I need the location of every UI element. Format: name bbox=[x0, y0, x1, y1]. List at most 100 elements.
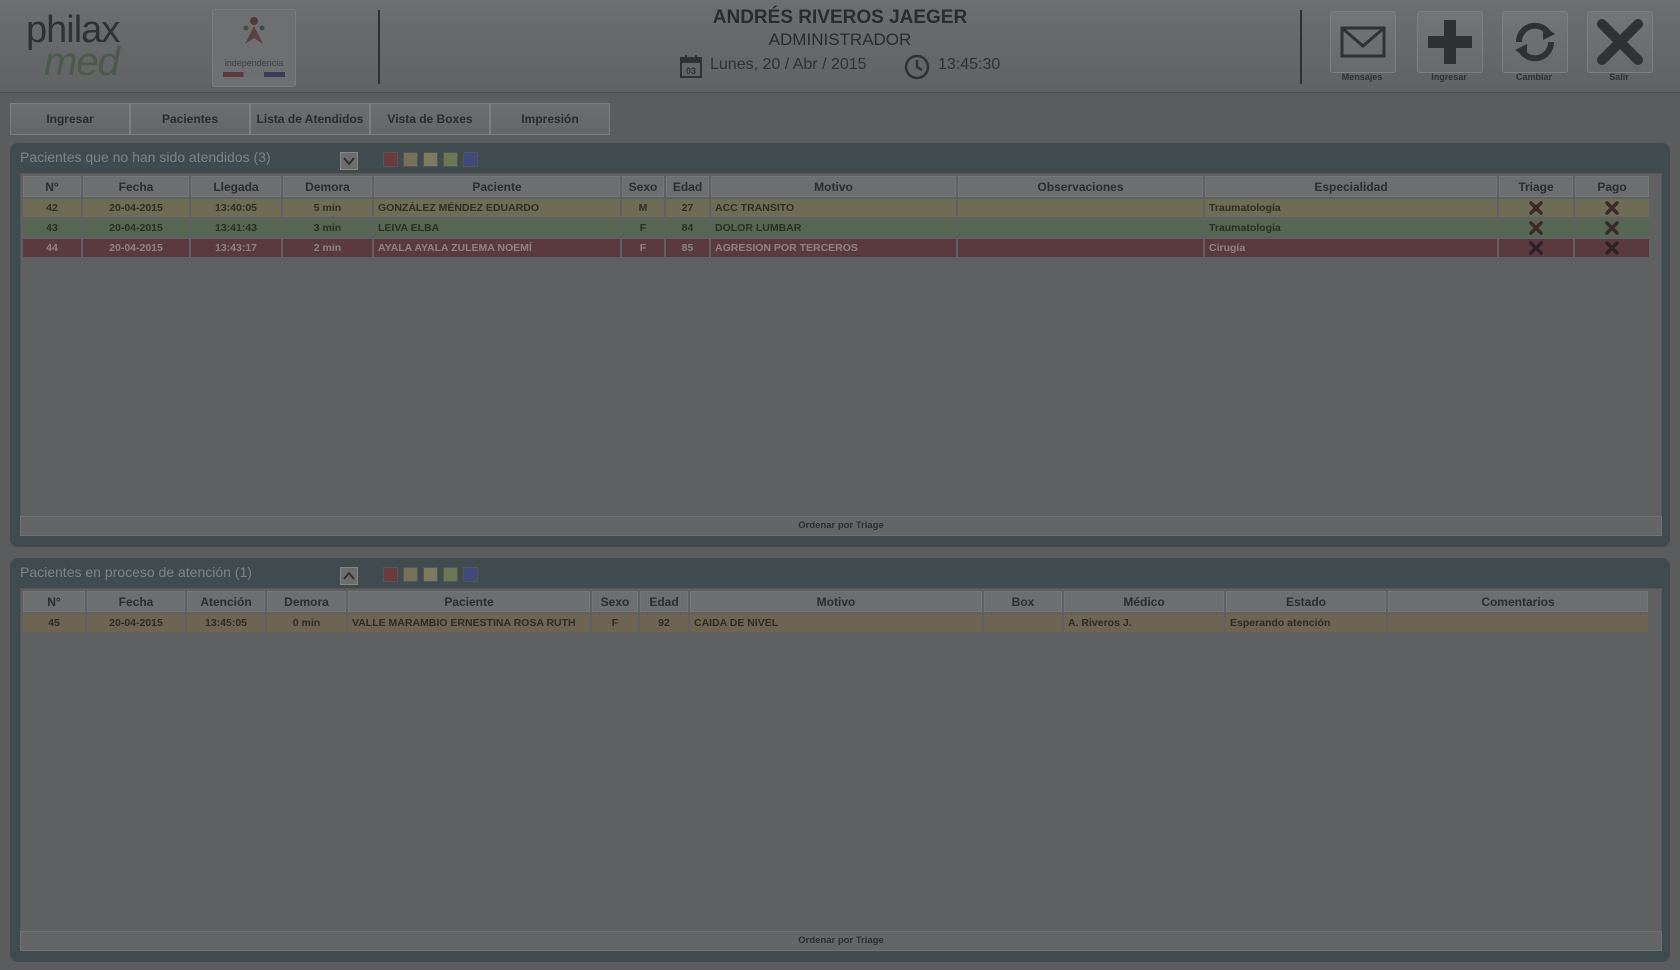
cell-atencion: 13:45:05 bbox=[187, 614, 265, 632]
x-mark-icon[interactable] bbox=[1529, 221, 1543, 235]
x-mark-icon[interactable] bbox=[1529, 201, 1543, 215]
col-header[interactable]: Llegada bbox=[191, 176, 281, 197]
sort-by-triage-in-process[interactable]: Ordenar por Triage bbox=[20, 931, 1662, 951]
cell-motivo: AGRESION POR TERCEROS bbox=[711, 239, 956, 257]
waiting-panel-title: Pacientes que no han sido atendidos (3) bbox=[20, 149, 271, 165]
col-header[interactable]: Demora bbox=[283, 176, 372, 197]
cell-llegada: 13:40:05 bbox=[191, 199, 281, 217]
triage-filter-yellow[interactable] bbox=[423, 567, 438, 582]
triage-filter-green[interactable] bbox=[443, 152, 458, 167]
cell-pago[interactable] bbox=[1575, 239, 1649, 257]
col-header[interactable]: Edad bbox=[666, 176, 709, 197]
tab-ingresar[interactable]: Ingresar bbox=[10, 103, 130, 135]
col-header[interactable]: Comentarios bbox=[1388, 591, 1648, 612]
cell-especialidad: Traumatología bbox=[1205, 219, 1497, 237]
add-patient-button[interactable] bbox=[1417, 11, 1483, 73]
in-process-table-header: N° Fecha Atención Demora Paciente Sexo E… bbox=[23, 591, 1648, 612]
col-header[interactable]: Paciente bbox=[348, 591, 590, 612]
col-header[interactable]: N° bbox=[23, 176, 81, 197]
col-header[interactable]: Fecha bbox=[87, 591, 185, 612]
table-row[interactable]: 42 20-04-2015 13:40:05 5 min GONZÁLEZ MÉ… bbox=[23, 199, 1649, 217]
collapse-waiting-button[interactable] bbox=[340, 152, 358, 170]
col-header[interactable]: Sexo bbox=[622, 176, 664, 197]
cell-demora: 2 min bbox=[283, 239, 372, 257]
cell-triage[interactable] bbox=[1499, 239, 1573, 257]
cell-sexo: F bbox=[622, 219, 664, 237]
x-mark-icon[interactable] bbox=[1605, 221, 1619, 235]
col-header[interactable]: Fecha bbox=[83, 176, 189, 197]
philax-med-logo: philax med bbox=[24, 10, 164, 82]
col-header[interactable]: Box bbox=[984, 591, 1062, 612]
triage-filter-orange[interactable] bbox=[403, 152, 418, 167]
cell-triage[interactable] bbox=[1499, 199, 1573, 217]
col-header[interactable]: Estado bbox=[1226, 591, 1386, 612]
svg-text:03: 03 bbox=[686, 66, 696, 76]
col-header[interactable]: Especialidad bbox=[1205, 176, 1497, 197]
triage-filter-red[interactable] bbox=[383, 567, 398, 582]
cell-especialidad: Cirugía bbox=[1205, 239, 1497, 257]
waiting-table-header: N° Fecha Llegada Demora Paciente Sexo Ed… bbox=[23, 176, 1649, 197]
cell-llegada: 13:43:17 bbox=[191, 239, 281, 257]
cell-edad: 84 bbox=[666, 219, 709, 237]
app-header: philax med independencia ANDRÉS RIVEROS … bbox=[0, 0, 1680, 93]
col-header[interactable]: Médico bbox=[1064, 591, 1224, 612]
col-header[interactable]: Motivo bbox=[711, 176, 956, 197]
table-row[interactable]: 44 20-04-2015 13:43:17 2 min AYALA AYALA… bbox=[23, 239, 1649, 257]
cell-sexo: M bbox=[622, 199, 664, 217]
waiting-patients-panel: Pacientes que no han sido atendidos (3) … bbox=[10, 143, 1670, 547]
col-header[interactable]: Sexo bbox=[592, 591, 638, 612]
user-name: ANDRÉS RIVEROS JAEGER bbox=[712, 7, 968, 28]
switch-button[interactable] bbox=[1502, 11, 1568, 73]
tab-vista-boxes[interactable]: Vista de Boxes bbox=[370, 103, 490, 135]
col-header[interactable]: Demora bbox=[267, 591, 346, 612]
cell-triage[interactable] bbox=[1499, 219, 1573, 237]
tab-pacientes[interactable]: Pacientes bbox=[130, 103, 250, 135]
in-process-patients-panel: Pacientes en proceso de atención (1) N° … bbox=[10, 558, 1670, 962]
switch-label: Cambiar bbox=[1515, 72, 1552, 82]
triage-filter-orange[interactable] bbox=[403, 567, 418, 582]
municipality-flag-bar bbox=[223, 72, 285, 77]
municipality-logo: independencia bbox=[212, 9, 296, 87]
header-divider-left bbox=[378, 10, 380, 84]
messages-label: Mensajes bbox=[1341, 72, 1383, 82]
col-header[interactable]: Observaciones bbox=[958, 176, 1203, 197]
col-header[interactable]: Atención bbox=[187, 591, 265, 612]
col-header[interactable]: Pago bbox=[1575, 176, 1649, 197]
col-header[interactable]: Paciente bbox=[374, 176, 620, 197]
cell-edad: 85 bbox=[666, 239, 709, 257]
messages-button[interactable] bbox=[1330, 11, 1396, 73]
triage-filter-blue[interactable] bbox=[463, 152, 478, 167]
col-header[interactable]: Motivo bbox=[690, 591, 982, 612]
cell-observaciones bbox=[958, 199, 1203, 217]
col-header[interactable]: Triage bbox=[1499, 176, 1573, 197]
tab-impresion[interactable]: Impresión bbox=[490, 103, 610, 135]
col-header[interactable]: N° bbox=[23, 591, 85, 612]
x-mark-icon[interactable] bbox=[1529, 241, 1543, 255]
col-header[interactable]: Edad bbox=[640, 591, 688, 612]
cell-n: 43 bbox=[23, 219, 81, 237]
close-icon bbox=[1597, 19, 1643, 65]
cell-fecha: 20-04-2015 bbox=[87, 614, 185, 632]
table-row[interactable]: 43 20-04-2015 13:41:43 3 min LEIVA ELBA … bbox=[23, 219, 1649, 237]
cell-pago[interactable] bbox=[1575, 219, 1649, 237]
cell-llegada: 13:41:43 bbox=[191, 219, 281, 237]
collapse-in-process-button[interactable] bbox=[340, 567, 358, 585]
tab-lista-atendidos[interactable]: Lista de Atendidos bbox=[250, 103, 370, 135]
user-role: ADMINISTRADOR bbox=[768, 30, 912, 49]
triage-filter-red[interactable] bbox=[383, 152, 398, 167]
x-mark-icon[interactable] bbox=[1605, 241, 1619, 255]
cell-n: 42 bbox=[23, 199, 81, 217]
cell-medico: A. Riveros J. bbox=[1064, 614, 1224, 632]
sort-by-triage-waiting[interactable]: Ordenar por Triage bbox=[20, 516, 1662, 536]
table-row[interactable]: 45 20-04-2015 13:45:05 0 min VALLE MARAM… bbox=[23, 614, 1648, 632]
cell-pago[interactable] bbox=[1575, 199, 1649, 217]
triage-filter-yellow[interactable] bbox=[423, 152, 438, 167]
logout-button[interactable] bbox=[1587, 11, 1653, 73]
x-mark-icon[interactable] bbox=[1605, 201, 1619, 215]
triage-filter-blue[interactable] bbox=[463, 567, 478, 582]
triage-filter-green[interactable] bbox=[443, 567, 458, 582]
date-time-row: 03 Lunes, 20 / Abr / 2015 13:45:30 bbox=[680, 54, 1080, 80]
waiting-patients-grid: N° Fecha Llegada Demora Paciente Sexo Ed… bbox=[20, 173, 1662, 527]
cell-sexo: F bbox=[622, 239, 664, 257]
in-process-patients-grid: N° Fecha Atención Demora Paciente Sexo E… bbox=[20, 588, 1662, 942]
